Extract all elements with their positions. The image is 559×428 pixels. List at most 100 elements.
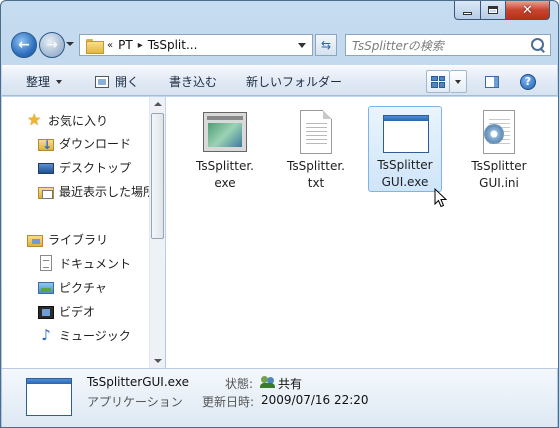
documents-icon <box>40 255 52 271</box>
forward-arrow-icon: → <box>46 37 58 53</box>
file-name: TsSplitter. exe <box>196 159 254 190</box>
shared-users-icon <box>260 376 276 389</box>
breadcrumb-overflow[interactable]: « <box>107 40 113 51</box>
explorer-window: ✕ ← → « PT ▸ TsSplit... ⇆ TsSplitterの検索 … <box>0 0 559 428</box>
nav-recent-label: 最近表示した場所 <box>59 184 156 199</box>
address-bar[interactable]: « PT ▸ TsSplit... <box>79 34 313 56</box>
new-folder-button[interactable]: 新しいフォルダー <box>246 73 342 90</box>
nav-music-label: ミュージック <box>59 328 131 343</box>
minimize-icon <box>463 11 472 15</box>
chevron-down-icon <box>56 79 63 84</box>
open-app-icon <box>95 75 109 88</box>
help-icon: ? <box>520 73 536 90</box>
close-icon: ✕ <box>522 2 533 18</box>
breadcrumb-current[interactable]: TsSplit... <box>148 38 198 52</box>
maximize-icon <box>488 6 498 14</box>
downloads-folder-icon <box>38 138 54 152</box>
file-item-selected[interactable]: TsSplitter GUI.exe <box>368 106 442 192</box>
nav-favorites[interactable]: ★ お気に入り <box>27 110 108 130</box>
details-pane: TsSplitterGUI.exe アプリケーション 状態: 共有 更新日時: … <box>2 368 557 427</box>
settings-file-icon <box>475 110 523 155</box>
nav-documents[interactable]: ドキュメント <box>38 253 131 273</box>
music-note-icon: ♪ <box>41 326 51 344</box>
burn-label: 書き込む <box>169 75 218 89</box>
command-bar: 整理 開く 書き込む 新しいフォルダー ? <box>2 65 557 96</box>
search-input[interactable]: TsSplitterの検索 <box>352 37 528 54</box>
nav-pictures-label: ピクチャ <box>59 280 107 295</box>
new-folder-label: 新しいフォルダー <box>246 75 343 89</box>
nav-desktop[interactable]: デスクトップ <box>38 157 131 177</box>
window-app-icon <box>26 378 72 416</box>
detail-file-type: アプリケーション <box>87 395 183 409</box>
organize-button[interactable]: 整理 <box>26 73 63 90</box>
nav-music[interactable]: ♪ ミュージック <box>38 325 131 345</box>
chevron-down-icon <box>455 79 461 84</box>
mouse-cursor-icon <box>434 188 448 208</box>
scroll-down-arrow-icon[interactable] <box>154 359 162 363</box>
nav-documents-label: ドキュメント <box>59 256 132 271</box>
scroll-up-arrow-icon[interactable] <box>154 102 162 106</box>
refresh-icon: ⇆ <box>320 38 332 52</box>
file-name: TsSplitter GUI.exe <box>377 158 433 189</box>
exe-icon <box>201 110 249 155</box>
nav-libraries[interactable]: ライブラリ <box>27 229 108 249</box>
file-item[interactable]: TsSplitter. txt <box>279 106 353 192</box>
open-label: 開く <box>115 75 140 89</box>
help-button[interactable]: ? <box>516 70 540 93</box>
minimize-button[interactable] <box>454 1 481 20</box>
breadcrumb-pt[interactable]: PT <box>118 38 133 52</box>
burn-button[interactable]: 書き込む <box>169 73 217 90</box>
address-dropdown-icon[interactable] <box>298 42 306 48</box>
nav-pictures[interactable]: ピクチャ <box>38 277 107 297</box>
videos-icon <box>38 305 54 319</box>
nav-downloads-label: ダウンロード <box>59 136 132 151</box>
view-icon <box>431 75 445 88</box>
nav-favorites-label: お気に入り <box>48 113 109 128</box>
change-view-button[interactable] <box>426 70 450 93</box>
file-item[interactable]: TsSplitter GUI.ini <box>462 106 536 192</box>
refresh-button[interactable]: ⇆ <box>315 34 337 56</box>
breadcrumb-separator[interactable]: ▸ <box>138 40 143 51</box>
navigation-pane: ★ お気に入り ダウンロード デスクトップ 最近表示した場所 ライブラリ ドキュ… <box>2 97 165 368</box>
organize-label: 整理 <box>26 75 51 89</box>
forward-button[interactable]: → <box>39 32 65 58</box>
libraries-icon <box>27 234 43 247</box>
detail-status-label: 状態: <box>225 377 254 391</box>
recent-pages-dropdown[interactable] <box>66 42 74 46</box>
search-box[interactable]: TsSplitterの検索 <box>345 34 551 56</box>
detail-file-name: TsSplitterGUI.exe <box>87 375 189 389</box>
search-icon[interactable] <box>528 35 548 55</box>
star-icon: ★ <box>27 110 42 129</box>
nav-desktop-label: デスクトップ <box>59 160 132 175</box>
close-button[interactable]: ✕ <box>506 1 550 20</box>
scroll-thumb[interactable] <box>151 113 164 239</box>
file-name: TsSplitter. txt <box>287 159 345 190</box>
window-app-icon <box>381 111 429 154</box>
pictures-icon <box>38 282 54 294</box>
view-options-dropdown[interactable] <box>450 70 467 93</box>
nav-videos-label: ビデオ <box>59 304 96 319</box>
file-item[interactable]: TsSplitter. exe <box>188 106 262 192</box>
file-name: TsSplitter GUI.ini <box>471 159 527 190</box>
detail-modified-value: 2009/07/16 22:20 <box>261 393 369 407</box>
nav-videos[interactable]: ビデオ <box>38 301 95 321</box>
open-button[interactable]: 開く <box>95 73 139 90</box>
detail-modified-label: 更新日時: <box>202 395 255 409</box>
gear-icon <box>484 124 504 144</box>
text-file-icon <box>292 110 340 155</box>
caption-buttons: ✕ <box>454 1 550 20</box>
detail-status-value: 共有 <box>278 377 303 391</box>
nav-pane-scrollbar[interactable] <box>149 97 165 368</box>
preview-pane-icon <box>485 75 499 88</box>
address-row: ← → « PT ▸ TsSplit... ⇆ TsSplitterの検索 <box>9 31 551 59</box>
preview-pane-button[interactable] <box>480 70 504 93</box>
desktop-icon <box>38 162 54 174</box>
back-arrow-icon: ← <box>18 37 30 53</box>
file-list: TsSplitter. exe TsSplitter. txt TsSplitter… <box>166 97 558 368</box>
nav-downloads[interactable]: ダウンロード <box>38 133 131 153</box>
back-button[interactable]: ← <box>11 32 37 58</box>
nav-recent-places[interactable]: 最近表示した場所 <box>38 181 155 201</box>
folder-icon <box>86 38 104 54</box>
nav-libraries-label: ライブラリ <box>48 232 109 247</box>
maximize-button[interactable] <box>481 1 506 20</box>
